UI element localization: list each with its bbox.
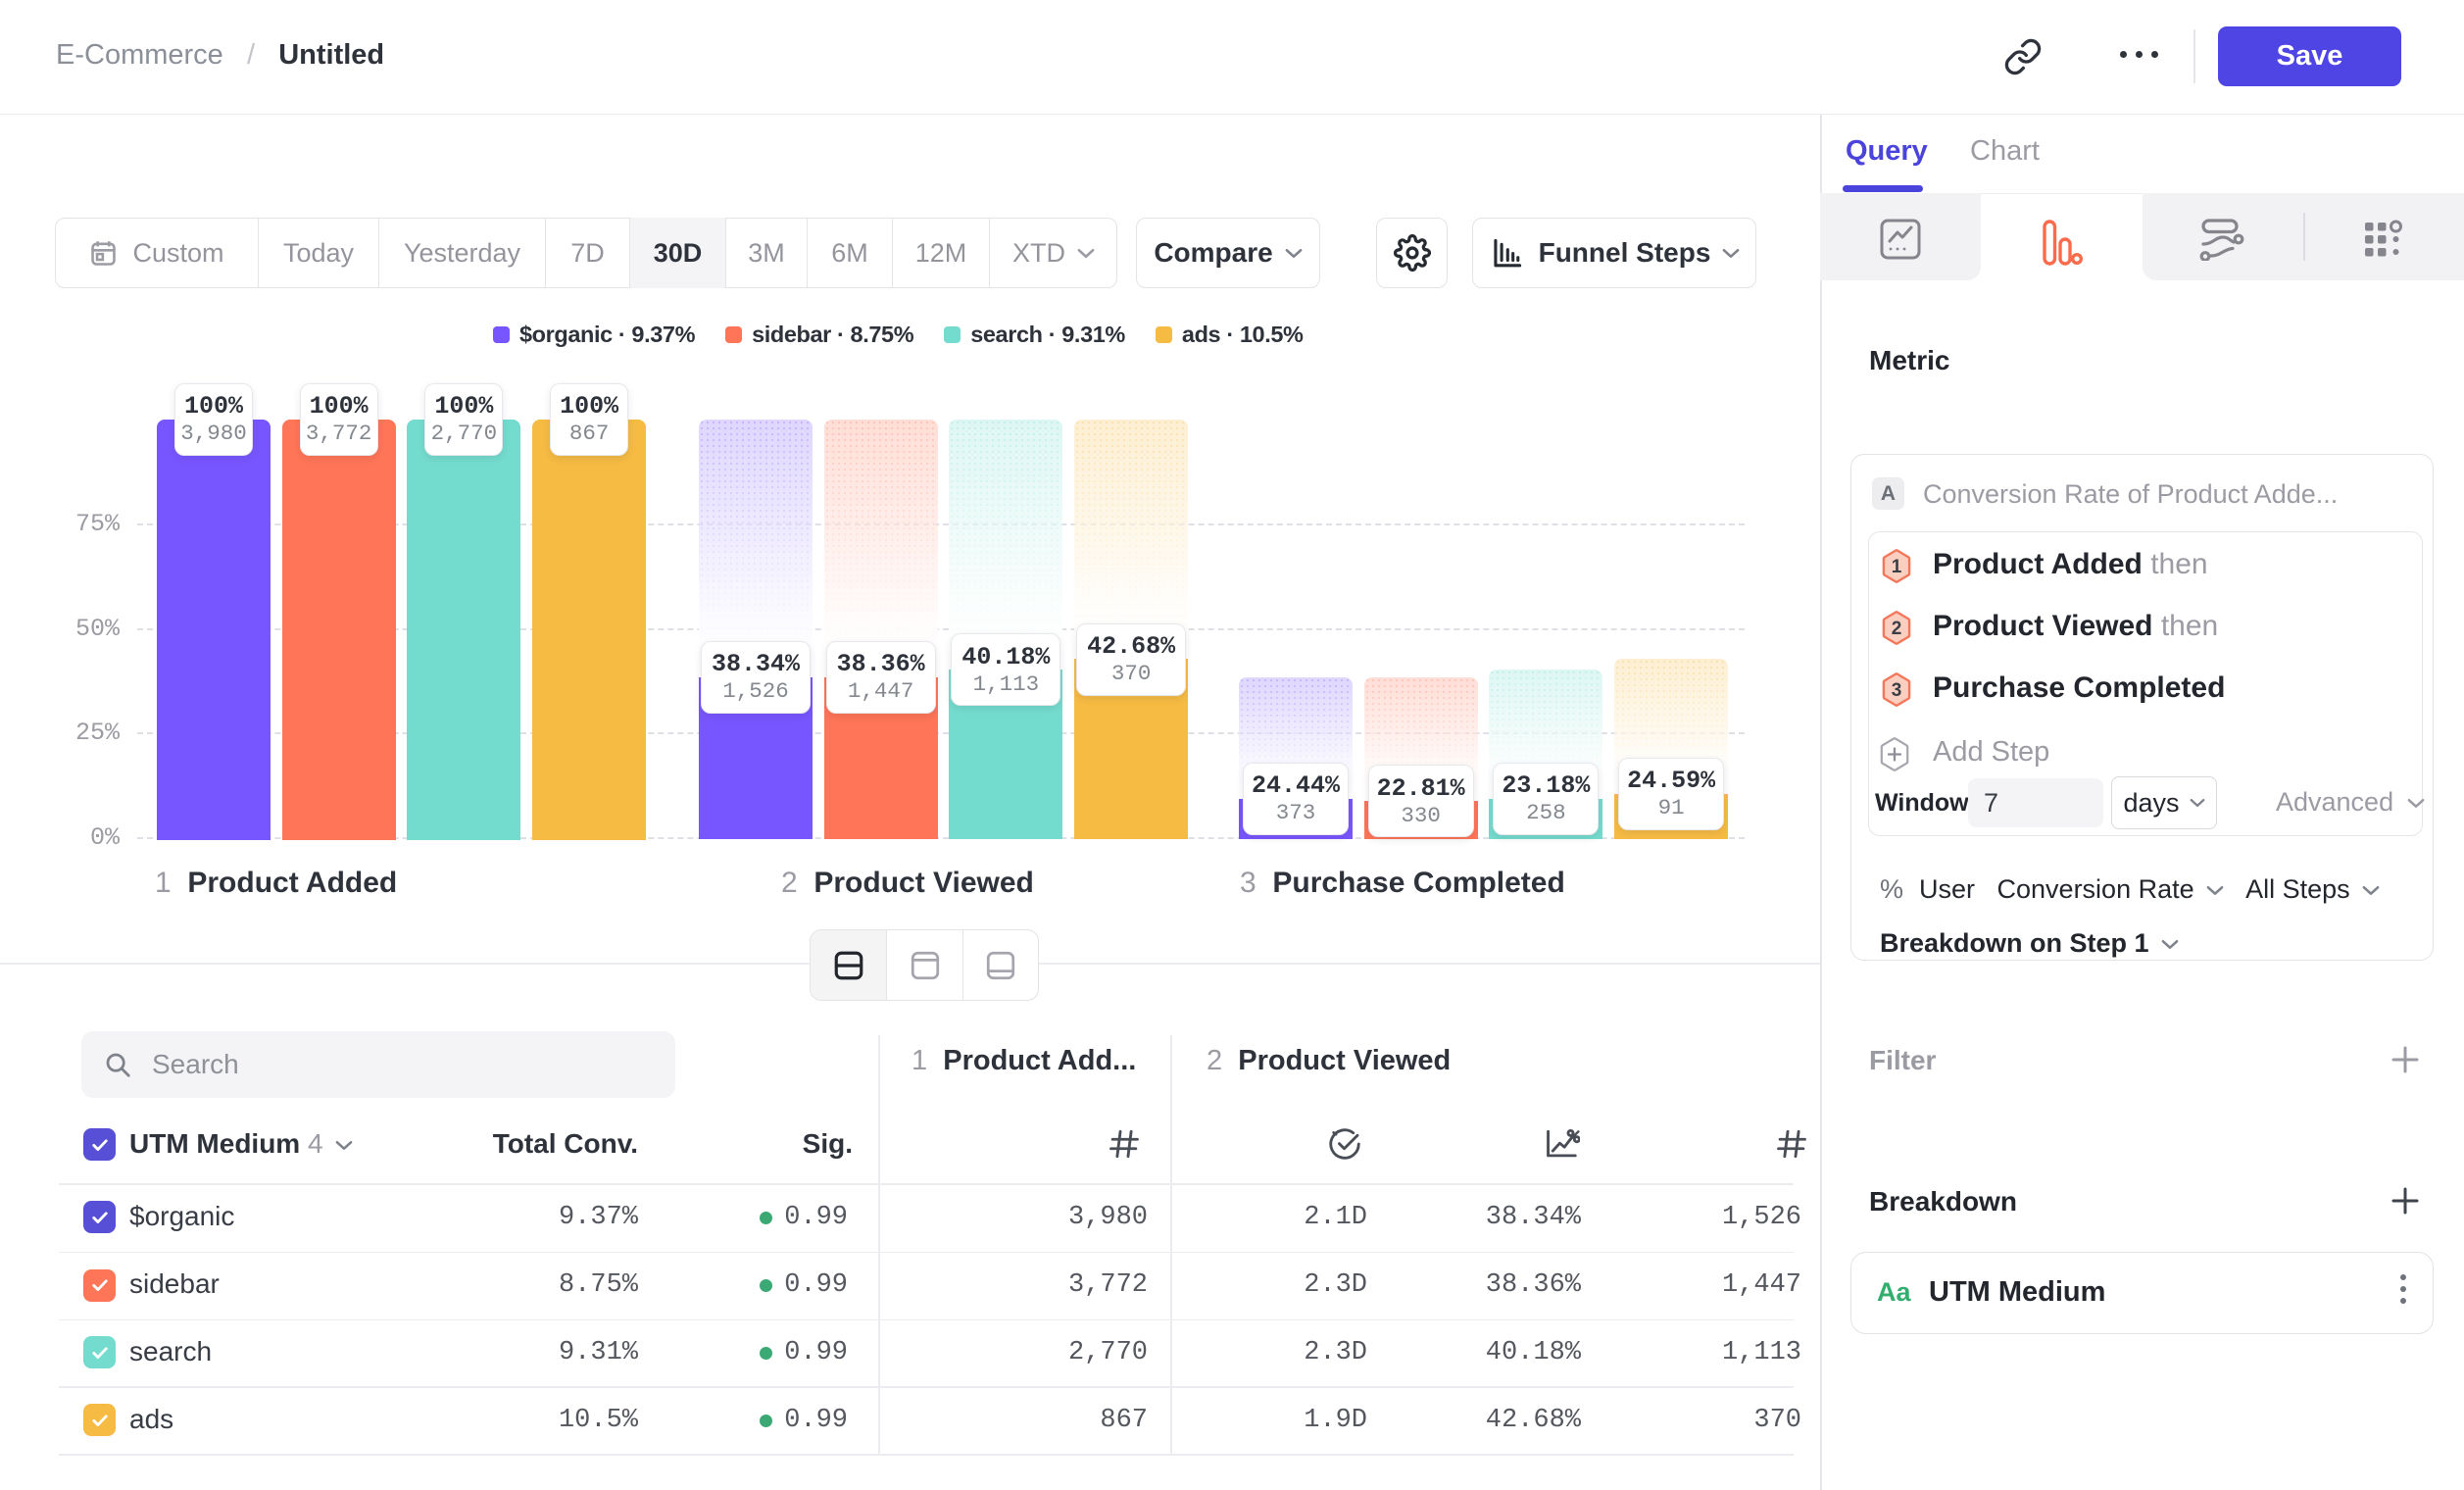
svg-text:1: 1	[1892, 557, 1902, 577]
svg-text:3: 3	[1892, 680, 1902, 701]
svg-text:2: 2	[1892, 619, 1902, 639]
